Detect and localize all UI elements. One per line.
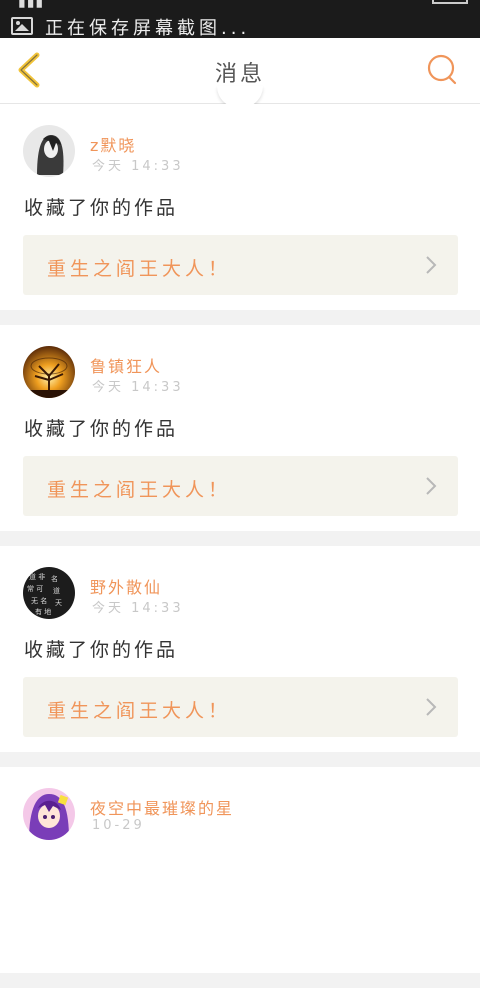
username[interactable]: 夜空中最璀璨的星 (90, 795, 234, 819)
search-button[interactable] (424, 52, 460, 88)
chevron-right-icon (426, 698, 437, 716)
action-text: 收藏了你的作品 (24, 197, 179, 219)
svg-text:有 地: 有 地 (35, 607, 51, 616)
work-link[interactable]: 重生之阎王大人！ (23, 677, 458, 737)
work-title: 重生之阎王大人！ (47, 479, 232, 501)
message-card: 道 非名 常 可 道 无 名天 有 地 野外散仙 今天 14:33 收藏了你的作品… (0, 546, 480, 752)
message-list: z默晓 今天 14:33 收藏了你的作品 重生之阎王大人！ 鲁镇狂人 今天 14… (0, 104, 480, 988)
chevron-right-icon (426, 256, 437, 274)
message-card: 鲁镇狂人 今天 14:33 收藏了你的作品 重生之阎王大人！ (0, 325, 480, 531)
user-avatar-image (23, 788, 75, 840)
status-indicator (432, 0, 468, 4)
avatar[interactable] (23, 788, 75, 840)
work-link[interactable]: 重生之阎王大人！ (23, 235, 458, 295)
avatar[interactable] (23, 346, 75, 398)
timestamp: 10-29 (92, 818, 145, 833)
svg-text:无 名: 无 名 (31, 596, 47, 605)
avatar[interactable] (23, 125, 75, 177)
svg-text:道: 道 (53, 586, 60, 595)
user-avatar-image (23, 125, 75, 177)
timestamp: 今天 14:33 (92, 380, 184, 395)
search-icon (427, 54, 457, 85)
svg-text:道 非: 道 非 (29, 572, 45, 581)
svg-text:常 可: 常 可 (27, 584, 43, 593)
status-bar: ▮▮▮ 正在保存屏幕截图... (0, 0, 480, 38)
username[interactable]: 野外散仙 (90, 574, 162, 598)
chevron-right-icon (426, 477, 437, 495)
action-text: 收藏了你的作品 (24, 639, 179, 661)
user-avatar-image (23, 346, 75, 398)
user-avatar-image: 道 非名 常 可 道 无 名天 有 地 (23, 567, 75, 619)
image-icon (11, 17, 33, 35)
username[interactable]: 鲁镇狂人 (90, 353, 162, 377)
work-title: 重生之阎王大人！ (47, 700, 232, 722)
svg-text:天: 天 (55, 599, 62, 607)
action-text: 收藏了你的作品 (24, 418, 179, 440)
timestamp: 今天 14:33 (92, 159, 184, 174)
work-link[interactable]: 重生之阎王大人！ (23, 456, 458, 516)
page-title: 消息 (214, 62, 265, 87)
message-card: z默晓 今天 14:33 收藏了你的作品 重生之阎王大人！ (0, 104, 480, 310)
notification-text: 正在保存屏幕截图... (45, 18, 251, 38)
signal-icon: ▮▮▮ (18, 0, 45, 10)
work-title: 重生之阎王大人！ (47, 258, 232, 280)
avatar[interactable]: 道 非名 常 可 道 无 名天 有 地 (23, 567, 75, 619)
timestamp: 今天 14:33 (92, 601, 184, 616)
username[interactable]: z默晓 (90, 132, 136, 156)
svg-text:名: 名 (51, 574, 58, 583)
message-card: 夜空中最璀璨的星 10-29 (0, 767, 480, 973)
